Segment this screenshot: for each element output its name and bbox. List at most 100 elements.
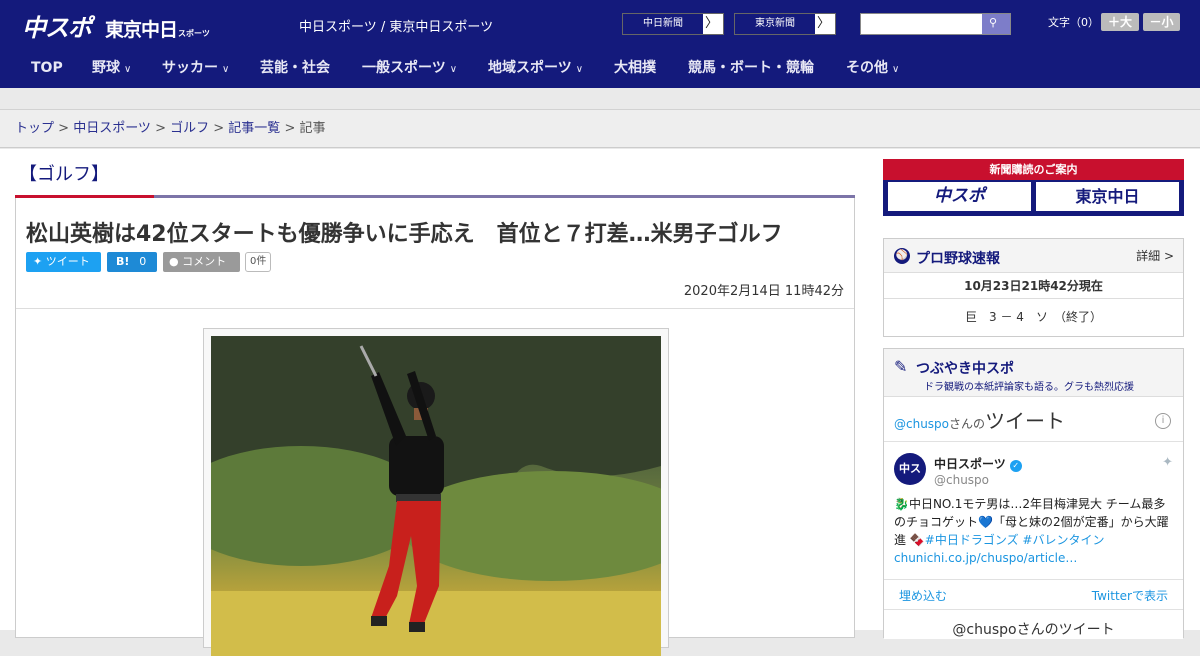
nav-label: TOP <box>31 60 63 76</box>
comment-button-label: コメント <box>182 255 227 268</box>
baseball-detail-link[interactable]: 詳細 > <box>1136 247 1174 264</box>
divider <box>884 441 1183 442</box>
baseball-panel-header: ⚾ プロ野球速報 詳細 > <box>884 239 1183 273</box>
nav-item-sports[interactable]: 一般スポーツ ∨ <box>362 48 457 88</box>
chevron-down-icon: ∨ <box>124 64 132 75</box>
twitter-timeline-widget: @chuspoさんのツイート i 中スポ 中日スポーツ ✓ @chuspo ✦ 🐉… <box>884 397 1183 639</box>
chunichi-shimbun-button[interactable]: 中日新聞 〉 <box>622 13 724 35</box>
subscription-banner[interactable]: 新聞購読のご案内 中スポ 東京中日 <box>883 159 1184 216</box>
tweet-button[interactable]: ✦ ツイート <box>26 252 101 272</box>
nav-item-baseball[interactable]: 野球 ∨ <box>92 48 131 88</box>
nav-label: サッカー <box>162 60 218 76</box>
breadcrumb-golf[interactable]: ゴルフ <box>170 121 209 136</box>
main-nav: TOP 野球 ∨ サッカー ∨ 芸能・社会 一般スポーツ ∨ 地域スポーツ ∨ 大相撲 … <box>0 48 1200 88</box>
more-tweets-link[interactable]: @chuspoさんのツイート <box>884 619 1183 639</box>
timeline-handle: @chuspo <box>894 417 950 431</box>
logo-main: 中スポ <box>22 14 92 42</box>
ad-band <box>0 88 1200 110</box>
comment-icon: ● <box>169 255 179 268</box>
tweet-link[interactable]: chunichi.co.jp/chuspo/article… <box>894 551 1077 565</box>
divider <box>884 579 1183 580</box>
nav-item-regional[interactable]: 地域スポーツ ∨ <box>488 48 583 88</box>
chevron-right-icon: 〉 <box>704 16 718 31</box>
baseball-panel-title: プロ野球速報 <box>916 251 1000 267</box>
breadcrumb-chuspo[interactable]: 中日スポーツ <box>73 121 151 136</box>
site-logo[interactable]: 中スポ 東京中日 スポーツ <box>22 8 210 43</box>
tweets-panel-subtitle: ドラ観戦の本紙評論家も語る。グラも熱烈応援 <box>924 382 1134 393</box>
article-date: 2020年2月14日 11時42分 <box>683 284 844 299</box>
breadcrumb-sep: > <box>54 121 74 136</box>
avatar[interactable]: 中スポ <box>894 453 926 507</box>
embed-link[interactable]: 埋め込む <box>899 587 947 604</box>
baseball-update-time: 10月23日21時42分現在 <box>884 273 1183 299</box>
logo-sub: 東京中日 <box>105 19 178 41</box>
timeline-san: さんの <box>949 417 986 431</box>
hatena-icon: B! <box>116 255 130 268</box>
nav-item-sumo[interactable]: 大相撲 <box>614 48 656 88</box>
paper-button-label: 東京新聞 <box>735 14 815 34</box>
article-photo[interactable] <box>211 336 661 656</box>
tweet-user-handle[interactable]: @chuspo <box>934 473 989 487</box>
article-title: 松山英樹は42位スタートも優勝争いに手応え 首位と７打差…米男子ゴルフ <box>26 222 783 247</box>
tweet-user-name[interactable]: 中日スポーツ ✓ <box>934 455 1022 472</box>
chevron-down-icon: ∨ <box>222 64 230 75</box>
nav-label: 芸能・社会 <box>260 60 330 76</box>
nav-label: 大相撲 <box>614 60 656 76</box>
tweets-panel: ✎ つぶやき中スポ ドラ観戦の本紙評論家も語る。グラも熱烈応援 @chuspoさ… <box>883 348 1184 639</box>
nav-item-entertainment[interactable]: 芸能・社会 <box>260 48 330 88</box>
twitter-bird-icon[interactable]: ✦ <box>1162 455 1173 470</box>
tokyo-shimbun-button[interactable]: 東京新聞 〉 <box>734 13 836 35</box>
font-larger-button[interactable]: ＋大 <box>1101 13 1139 31</box>
timeline-word: ツイート <box>985 409 1066 433</box>
paper-button-label: 中日新聞 <box>623 14 703 34</box>
search-box: ⚲ <box>860 13 1011 35</box>
nav-label: 競馬・ボート・競輪 <box>688 60 814 76</box>
pen-icon: ✎ <box>894 357 908 376</box>
divider <box>16 308 854 309</box>
font-smaller-button[interactable]: －小 <box>1143 13 1180 31</box>
search-icon: ⚲ <box>989 16 998 29</box>
nav-item-soccer[interactable]: サッカー ∨ <box>162 48 229 88</box>
tweet-button-label: ツイート <box>45 255 90 268</box>
search-input[interactable] <box>861 14 982 34</box>
tweet-user-name-text: 中日スポーツ <box>934 457 1006 471</box>
chevron-down-icon: ∨ <box>892 64 900 75</box>
subscription-title: 新聞購読のご案内 <box>883 159 1184 180</box>
chuspo-subscribe-link[interactable]: 中スポ <box>888 182 1031 211</box>
breadcrumb-current: 記事 <box>299 121 326 136</box>
comment-count: 0件 <box>245 252 272 272</box>
tweets-panel-header: ✎ つぶやき中スポ ドラ観戦の本紙評論家も語る。グラも熱烈応援 <box>884 349 1183 397</box>
breadcrumb-list[interactable]: 記事一覧 <box>228 121 280 136</box>
tokyo-chunichi-subscribe-link[interactable]: 東京中日 <box>1036 182 1179 211</box>
tweets-panel-title: つぶやき中スポ <box>916 361 1014 377</box>
logo-small: スポーツ <box>178 29 210 38</box>
article: 松山英樹は42位スタートも優勝争いに手応え 首位と７打差…米男子ゴルフ ✦ ツイ… <box>15 198 855 656</box>
chevron-right-icon: 〉 <box>816 16 830 31</box>
baseball-game-score[interactable]: 巨 3 － 4 ソ （終了） <box>884 299 1183 335</box>
comment-button[interactable]: ● コメント <box>163 252 240 272</box>
nav-item-top[interactable]: TOP <box>31 48 63 88</box>
baseball-score-panel: ⚾ プロ野球速報 詳細 > 10月23日21時42分現在 巨 3 － 4 ソ （… <box>883 238 1184 337</box>
search-button[interactable]: ⚲ <box>982 14 1010 34</box>
chevron-down-icon: ∨ <box>449 64 458 75</box>
site-name[interactable]: 中日スポーツ / 東京中日スポーツ <box>299 16 493 35</box>
breadcrumb-sep: > <box>150 121 171 136</box>
nav-label: 地域スポーツ <box>488 60 572 76</box>
category-label: 【ゴルフ】 <box>19 164 109 185</box>
hatena-bookmark-button[interactable]: B! 0 <box>107 252 157 272</box>
site-header: 中スポ 東京中日 スポーツ 中日スポーツ / 東京中日スポーツ 中日新聞 〉 東… <box>0 0 1200 48</box>
nav-item-other[interactable]: その他 ∨ <box>846 48 899 88</box>
nav-label: 一般スポーツ <box>362 60 446 76</box>
timeline-title[interactable]: @chuspoさんのツイート <box>894 405 1065 434</box>
view-on-twitter-link[interactable]: Twitterで表示 <box>1092 587 1168 604</box>
baseball-icon: ⚾ <box>894 248 910 264</box>
golfer-photo <box>211 336 661 656</box>
breadcrumb: トップ > 中日スポーツ > ゴルフ > 記事一覧 > 記事 <box>0 110 1200 148</box>
tweet-body: 🐉中日NO.1モテ男は…2年目梅津晃大 チーム最多のチョコゲット💙「母と妹の2個… <box>894 495 1176 567</box>
info-icon[interactable]: i <box>1155 413 1171 429</box>
nav-item-racing[interactable]: 競馬・ボート・競輪 <box>688 48 814 88</box>
tweet-hashtags[interactable]: #中日ドラゴンズ #バレンタイン <box>925 533 1105 547</box>
nav-label: その他 <box>846 60 888 76</box>
chevron-down-icon: ∨ <box>575 64 584 75</box>
breadcrumb-top[interactable]: トップ <box>15 121 54 136</box>
